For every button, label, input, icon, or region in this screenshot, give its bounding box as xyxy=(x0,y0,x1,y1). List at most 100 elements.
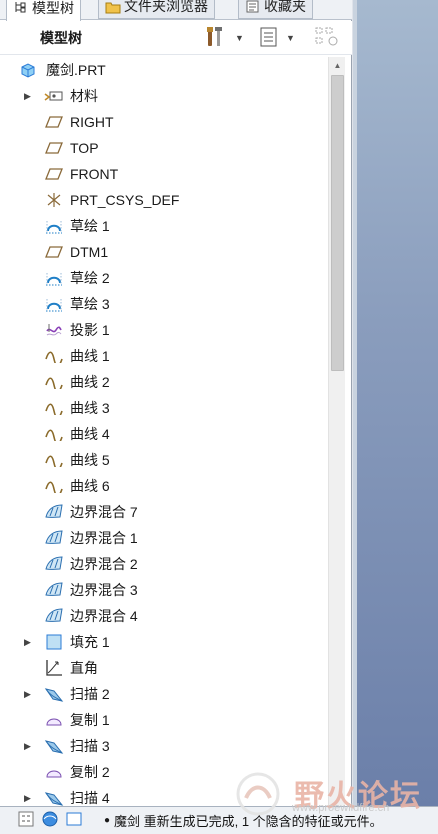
tree-item-label: FRONT xyxy=(70,166,119,182)
tree-item[interactable]: 草绘 3 xyxy=(0,291,327,317)
expand-arrow-icon[interactable]: ▶ xyxy=(24,637,36,648)
browser-icon xyxy=(41,810,59,831)
settings-tool-button[interactable]: ▼ xyxy=(205,25,244,51)
sweep-icon xyxy=(44,788,64,806)
copy-icon xyxy=(44,762,64,782)
tree-item[interactable]: 投影 1 xyxy=(0,317,327,343)
tree-item[interactable]: 边界混合 1 xyxy=(0,525,327,551)
curve-icon xyxy=(44,346,64,366)
tree-item-label: 材料 xyxy=(70,88,98,104)
tree-item-label: 边界混合 1 xyxy=(70,530,138,546)
tree-item[interactable]: 曲线 3 xyxy=(0,395,327,421)
browser-toggle-button[interactable] xyxy=(38,810,62,832)
boundary-blend-icon xyxy=(44,502,64,522)
tree-item-label: 边界混合 3 xyxy=(70,582,138,598)
tree-item[interactable]: PRT_CSYS_DEF xyxy=(0,187,327,213)
tree-root[interactable]: 魔剑.PRT xyxy=(0,57,327,83)
tree-item[interactable]: FRONT xyxy=(0,161,327,187)
copy-icon xyxy=(44,710,64,730)
tab-model-tree[interactable]: 模型树 xyxy=(6,0,81,21)
tree-item[interactable]: RIGHT xyxy=(0,109,327,135)
boundary-blend-icon xyxy=(44,554,64,574)
show-tool-button[interactable]: ▼ xyxy=(258,25,295,51)
graphics-area[interactable] xyxy=(353,0,438,806)
tree-scrollbar[interactable]: ▲ xyxy=(328,57,345,806)
tree-item[interactable]: 草绘 2 xyxy=(0,265,327,291)
sweep-icon xyxy=(44,736,64,756)
scroll-up-icon[interactable]: ▲ xyxy=(329,57,346,74)
tree-item[interactable]: DTM1 xyxy=(0,239,327,265)
tree-item[interactable]: ▶ 材料 xyxy=(0,83,327,109)
tree-item[interactable]: 边界混合 2 xyxy=(0,551,327,577)
tree-item-label: 投影 1 xyxy=(70,322,110,338)
datum-plane-icon xyxy=(44,112,64,132)
csys-icon xyxy=(44,190,64,210)
tree-item-label: 扫描 3 xyxy=(70,738,110,754)
tree-item[interactable]: ▶ 填充 1 xyxy=(0,629,327,655)
tree-item[interactable]: 草绘 1 xyxy=(0,213,327,239)
status-bar: ● 魔剑 重新生成已完成, 1 个隐含的特征或元件。 xyxy=(0,806,438,834)
tree-item[interactable]: 曲线 2 xyxy=(0,369,327,395)
curve-icon xyxy=(44,398,64,418)
tree-item-label: 曲线 2 xyxy=(70,374,110,390)
tree-item-label: 复制 1 xyxy=(70,712,110,728)
tree-item-label: 草绘 1 xyxy=(70,218,110,234)
tree-item-label: 曲线 5 xyxy=(70,452,110,468)
chevron-down-icon: ▼ xyxy=(235,33,244,43)
tree-item-label: 复制 2 xyxy=(70,764,110,780)
tree-item[interactable]: ▶ 扫描 4 xyxy=(0,785,327,806)
tree-item[interactable]: 曲线 1 xyxy=(0,343,327,369)
tree-item[interactable]: 边界混合 3 xyxy=(0,577,327,603)
material-icon xyxy=(44,86,64,106)
favorites-icon xyxy=(245,0,260,14)
tree-item[interactable]: ▶ 扫描 2 xyxy=(0,681,327,707)
expand-arrow-icon[interactable]: ▶ xyxy=(24,689,36,700)
layers-icon xyxy=(314,26,340,51)
boundary-blend-icon xyxy=(44,528,64,548)
sketch-icon xyxy=(44,216,64,236)
tree-item[interactable]: 曲线 4 xyxy=(0,421,327,447)
model-tree-icon xyxy=(13,0,28,15)
tree-item[interactable]: 边界混合 7 xyxy=(0,499,327,525)
tree-item-label: 填充 1 xyxy=(70,634,110,650)
navigator-toggle-button[interactable] xyxy=(14,810,38,832)
expand-arrow-icon[interactable]: ▶ xyxy=(24,741,36,752)
navigator-tabs: 模型树 文件夹浏览器 收藏夹 xyxy=(0,0,352,21)
boundary-blend-icon xyxy=(44,580,64,600)
curve-icon xyxy=(44,424,64,444)
tree-item[interactable]: ▶ 扫描 3 xyxy=(0,733,327,759)
tree-root-label: 魔剑.PRT xyxy=(46,62,106,78)
tree-item-label: 边界混合 2 xyxy=(70,556,138,572)
tree-item-label: TOP xyxy=(70,140,99,156)
datum-plane-icon xyxy=(44,138,64,158)
tree-item[interactable]: 边界混合 4 xyxy=(0,603,327,629)
list-icon xyxy=(258,26,280,51)
tree-item-label: 草绘 2 xyxy=(70,270,110,286)
model-tree: 魔剑.PRT ▶ 材料 RIGHT TOP FRONT PRT_CSYS_DEF 草绘 1 D… xyxy=(0,57,327,806)
curve-icon xyxy=(44,450,64,470)
tree-item[interactable]: 直角 xyxy=(0,655,327,681)
tree-item-label: DTM1 xyxy=(70,244,109,260)
scrollbar-thumb[interactable] xyxy=(331,75,344,371)
tree-item[interactable]: TOP xyxy=(0,135,327,161)
corner-icon xyxy=(44,658,64,678)
tree-item-label: 曲线 4 xyxy=(70,426,110,442)
tree-item-label: 扫描 2 xyxy=(70,686,110,702)
tree-item[interactable]: 曲线 5 xyxy=(0,447,327,473)
expand-arrow-icon[interactable]: ▶ xyxy=(24,91,36,102)
tree-item-label: PRT_CSYS_DEF xyxy=(70,192,180,208)
tree-item[interactable]: 复制 1 xyxy=(0,707,327,733)
tree-item[interactable]: 复制 2 xyxy=(0,759,327,785)
boundary-blend-icon xyxy=(44,606,64,626)
tree-item-label: 曲线 1 xyxy=(70,348,110,364)
tree-item[interactable]: 曲线 6 xyxy=(0,473,327,499)
fullscreen-toggle-button[interactable] xyxy=(62,810,86,832)
expand-arrow-icon[interactable]: ▶ xyxy=(24,793,36,804)
panel-sash[interactable] xyxy=(353,0,357,806)
bullet-icon: ● xyxy=(104,815,111,826)
layer-tool-button[interactable] xyxy=(314,25,340,51)
tree-item-label: 扫描 4 xyxy=(70,790,110,806)
part-icon xyxy=(18,60,38,80)
tab-folder-browser[interactable]: 文件夹浏览器 xyxy=(98,0,215,19)
tab-favorites[interactable]: 收藏夹 xyxy=(238,0,313,19)
